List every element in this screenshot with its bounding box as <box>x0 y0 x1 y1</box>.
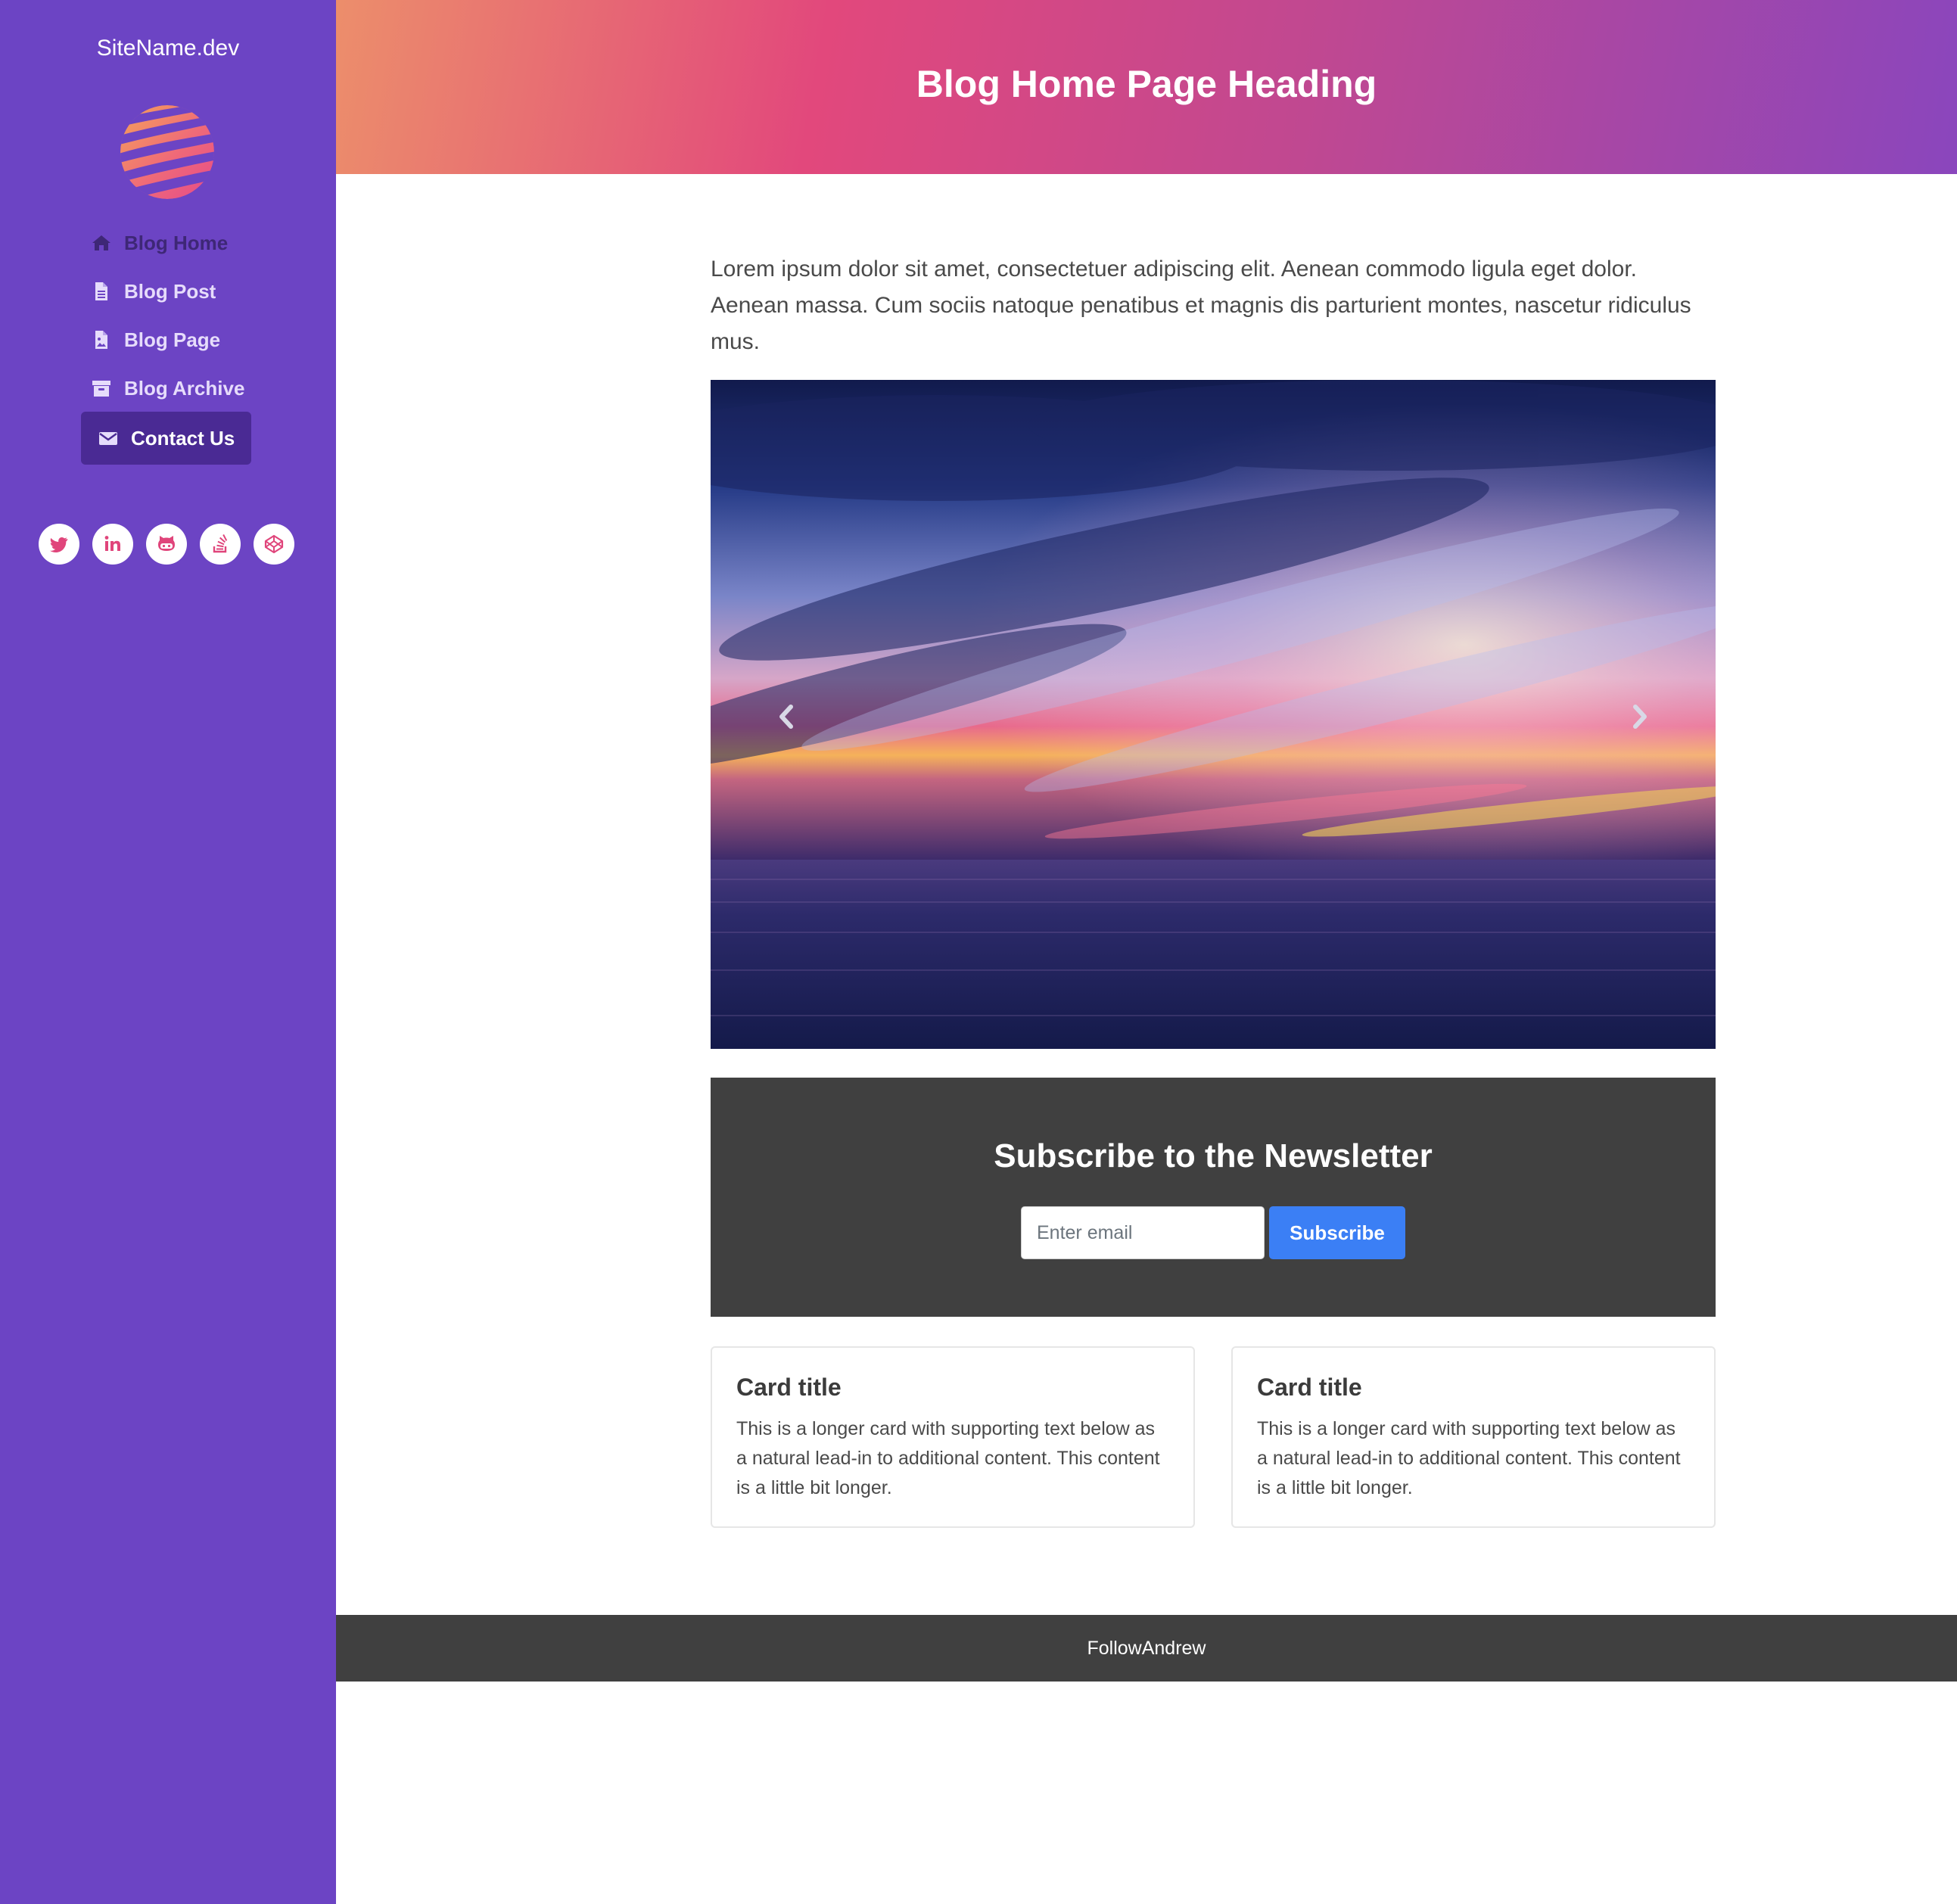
social-links <box>0 524 336 566</box>
nav-label: Blog Home <box>124 231 229 254</box>
file-image-icon <box>91 329 112 350</box>
page-header: Blog Home Page Heading <box>336 0 1957 174</box>
card: Card title This is a longer card with su… <box>1231 1346 1716 1528</box>
nav-label: Blog Archive <box>124 376 245 400</box>
nav-item-contact-us[interactable]: Contact Us <box>81 412 252 465</box>
archive-icon <box>91 378 112 399</box>
linkedin-icon[interactable] <box>92 524 133 565</box>
chevron-right-icon[interactable] <box>1625 698 1655 736</box>
sunset-seascape-image <box>711 380 1716 1049</box>
nav-item-blog-home[interactable]: Blog Home <box>91 216 228 269</box>
card-text: This is a longer card with supporting te… <box>736 1418 1160 1498</box>
newsletter-title: Subscribe to the Newsletter <box>994 1137 1433 1174</box>
nav-label: Blog Post <box>124 279 216 303</box>
card: Card title This is a longer card with su… <box>711 1346 1195 1528</box>
nav-item-blog-archive[interactable]: Blog Archive <box>91 362 244 415</box>
github-icon[interactable] <box>146 524 187 565</box>
intro-paragraph: Lorem ipsum dolor sit amet, consectetuer… <box>711 257 1691 354</box>
nav-label: Contact Us <box>131 426 235 450</box>
sidebar: SiteName.dev Blog Home Blog Post Blog Pa… <box>0 0 336 1904</box>
stackoverflow-icon[interactable] <box>200 524 241 565</box>
chevron-left-icon[interactable] <box>771 698 801 736</box>
home-icon <box>91 232 112 254</box>
card-title: Card title <box>736 1374 842 1401</box>
email-field[interactable] <box>1021 1206 1265 1259</box>
subscribe-button[interactable]: Subscribe <box>1269 1206 1405 1259</box>
nav-item-blog-page[interactable]: Blog Page <box>91 313 220 366</box>
card-title: Card title <box>1257 1374 1362 1401</box>
envelope-icon <box>98 428 119 449</box>
image-carousel[interactable] <box>711 380 1716 1049</box>
page-footer: FollowAndrew <box>336 1615 1957 1682</box>
striped-globe-icon[interactable] <box>119 104 216 200</box>
nav-label: Blog Page <box>124 328 221 351</box>
card-text: This is a longer card with supporting te… <box>1257 1418 1681 1498</box>
site-name[interactable]: SiteName.dev <box>0 32 336 65</box>
footer-text[interactable]: FollowAndrew <box>336 1615 1957 1682</box>
codepen-icon[interactable] <box>254 524 294 565</box>
page-title: Blog Home Page Heading <box>916 63 1377 105</box>
file-icon <box>91 281 112 302</box>
newsletter-section: Subscribe to the Newsletter Subscribe <box>711 1078 1716 1317</box>
twitter-icon[interactable] <box>39 524 79 565</box>
nav-item-blog-post[interactable]: Blog Post <box>91 265 216 318</box>
